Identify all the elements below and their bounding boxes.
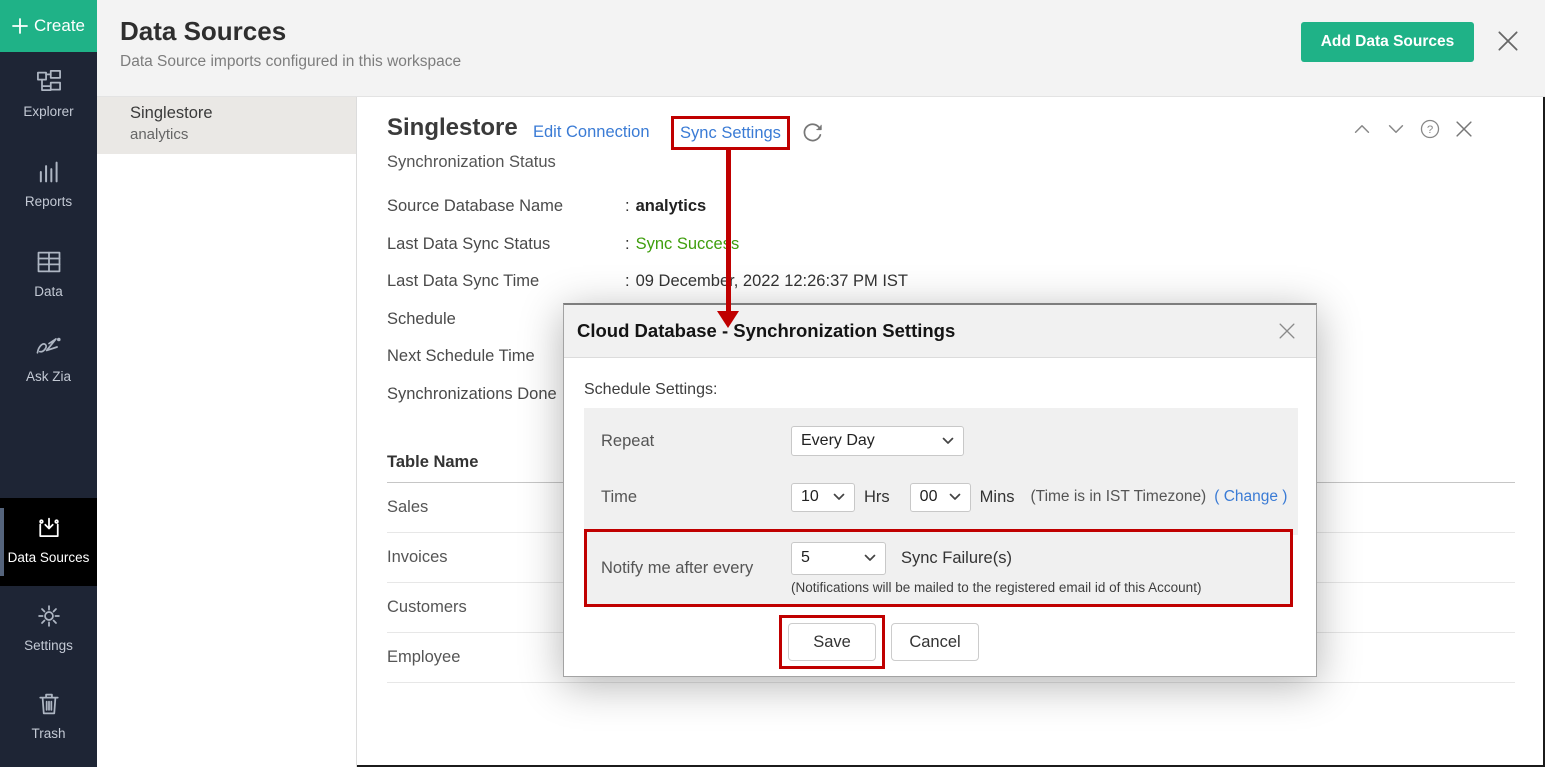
close-icon[interactable] xyxy=(1453,118,1475,140)
modal-header: Cloud Database - Synchronization Setting… xyxy=(564,305,1316,358)
annotation-arrow-stem xyxy=(726,150,731,311)
trash-icon xyxy=(35,690,63,718)
field-label: Last Data Sync Time xyxy=(387,272,625,291)
notify-label: Notify me after every xyxy=(601,559,791,578)
detail-title: Singlestore xyxy=(387,114,518,142)
add-data-sources-button[interactable]: Add Data Sources xyxy=(1301,22,1474,62)
detail-toolbar: ? xyxy=(1351,118,1475,140)
hours-select[interactable]: 10 xyxy=(791,483,855,512)
minutes-select[interactable]: 00 xyxy=(910,483,971,512)
refresh-icon[interactable] xyxy=(801,121,824,144)
page-subtitle: Data Source imports configured in this w… xyxy=(120,53,461,71)
bar-chart-icon xyxy=(35,158,63,186)
gear-icon xyxy=(35,602,63,630)
create-button-label: Create xyxy=(34,16,85,36)
svg-text:?: ? xyxy=(1427,124,1433,136)
field-value: analytics xyxy=(636,197,707,216)
modal-buttons: Save Cancel xyxy=(779,615,979,669)
repeat-select[interactable]: Every Day xyxy=(791,426,964,456)
change-timezone-link[interactable]: ( Change ) xyxy=(1214,488,1287,506)
field-value: 09 December, 2022 12:26:37 PM IST xyxy=(636,272,908,291)
sidebar-item-reports[interactable]: Reports xyxy=(0,158,97,210)
chevron-up-icon[interactable] xyxy=(1351,118,1373,140)
chevron-down-icon xyxy=(942,437,954,445)
field-value: Sync Success xyxy=(636,235,740,254)
mins-unit-label: Mins xyxy=(980,488,1015,507)
chevron-down-icon xyxy=(949,493,961,501)
page-header: Data Sources Data Source imports configu… xyxy=(97,0,1545,97)
repeat-label: Repeat xyxy=(601,432,791,451)
sidebar-item-label: Reports xyxy=(25,193,72,210)
sidebar-item-explorer[interactable]: Explorer xyxy=(0,68,97,120)
save-annotation-box: Save xyxy=(779,615,885,669)
sidebar-item-label: Ask Zia xyxy=(26,368,71,385)
repeat-row: Repeat Every Day xyxy=(584,408,1298,468)
field-colon: : xyxy=(625,197,630,216)
sidebar-item-settings[interactable]: Settings xyxy=(0,602,97,654)
close-icon[interactable] xyxy=(1495,28,1521,54)
time-row: Time 10 Hrs 00 Mins (Time is in IST Time… xyxy=(584,468,1298,526)
sync-failures-select[interactable]: 5 xyxy=(791,542,886,575)
edit-connection-link[interactable]: Edit Connection xyxy=(533,123,650,142)
sync-failures-label: Sync Failure(s) xyxy=(901,549,1012,568)
sync-settings-link[interactable]: Sync Settings xyxy=(680,124,781,143)
sidebar-item-label: Trash xyxy=(31,725,65,742)
import-tray-icon xyxy=(35,514,63,542)
help-icon[interactable]: ? xyxy=(1419,118,1441,140)
schedule-settings-label: Schedule Settings: xyxy=(584,381,717,399)
sidebar-item-label: Data Sources xyxy=(8,549,90,566)
field-colon: : xyxy=(625,272,630,291)
create-button[interactable]: Create xyxy=(0,0,97,52)
notify-annotation-box: Notify me after every 5 Sync Failure(s) … xyxy=(584,529,1293,607)
primary-sidebar: Create Explorer Reports Data Ask Zia Dat… xyxy=(0,0,97,767)
time-label: Time xyxy=(601,488,791,507)
hours-select-value: 10 xyxy=(801,488,819,506)
sidebar-item-data-sources[interactable]: Data Sources xyxy=(0,498,97,586)
field-last-sync-time: Last Data Sync Time : 09 December, 2022 … xyxy=(387,263,908,301)
sidebar-item-data[interactable]: Data xyxy=(0,248,97,300)
sidebar-item-label: Data xyxy=(34,283,63,300)
field-colon: : xyxy=(625,235,630,254)
sidebar-item-label: Settings xyxy=(24,637,73,654)
annotation-arrow-head xyxy=(717,311,739,328)
sync-status-section-title: Synchronization Status xyxy=(387,153,556,172)
chevron-down-icon[interactable] xyxy=(1385,118,1407,140)
sidebar-item-label: Explorer xyxy=(23,103,73,120)
source-name: Singlestore xyxy=(130,104,356,123)
notify-note: (Notifications will be mailed to the reg… xyxy=(791,580,1201,595)
hrs-unit-label: Hrs xyxy=(864,488,890,507)
chevron-down-icon xyxy=(833,493,845,501)
cancel-button[interactable]: Cancel xyxy=(891,623,979,661)
table-icon xyxy=(35,248,63,276)
source-database: analytics xyxy=(130,126,356,143)
source-list-item-singlestore[interactable]: Singlestore analytics xyxy=(97,97,356,154)
sidebar-item-trash[interactable]: Trash xyxy=(0,690,97,742)
timezone-note: (Time is in IST Timezone) xyxy=(1031,488,1207,506)
zia-scribble-icon xyxy=(34,333,64,361)
hierarchy-icon xyxy=(35,68,63,96)
close-icon[interactable] xyxy=(1276,320,1298,342)
minutes-select-value: 00 xyxy=(920,488,938,506)
field-label: Source Database Name xyxy=(387,197,625,216)
field-source-database-name: Source Database Name : analytics xyxy=(387,188,908,226)
plus-icon xyxy=(12,18,28,34)
active-item-accent xyxy=(0,508,4,576)
modal-title: Cloud Database - Synchronization Setting… xyxy=(577,320,955,342)
app-window: Create Explorer Reports Data Ask Zia Dat… xyxy=(0,0,1545,767)
chevron-down-icon xyxy=(864,554,876,562)
repeat-select-value: Every Day xyxy=(801,432,875,450)
sync-settings-modal: Cloud Database - Synchronization Setting… xyxy=(563,303,1317,677)
notify-settings: 5 Sync Failure(s) (Notifications will be… xyxy=(791,542,1201,595)
schedule-settings-panel: Repeat Every Day Time 10 Hrs 00 Mins xyxy=(584,408,1298,535)
field-label: Last Data Sync Status xyxy=(387,235,625,254)
data-source-list-panel: Singlestore analytics xyxy=(97,97,357,767)
sync-failures-select-value: 5 xyxy=(801,549,810,567)
sync-settings-annotation-box: Sync Settings xyxy=(671,116,790,150)
sidebar-item-ask-zia[interactable]: Ask Zia xyxy=(0,333,97,385)
save-button[interactable]: Save xyxy=(788,623,876,661)
page-title: Data Sources xyxy=(120,16,286,47)
field-last-sync-status: Last Data Sync Status : Sync Success xyxy=(387,226,908,264)
